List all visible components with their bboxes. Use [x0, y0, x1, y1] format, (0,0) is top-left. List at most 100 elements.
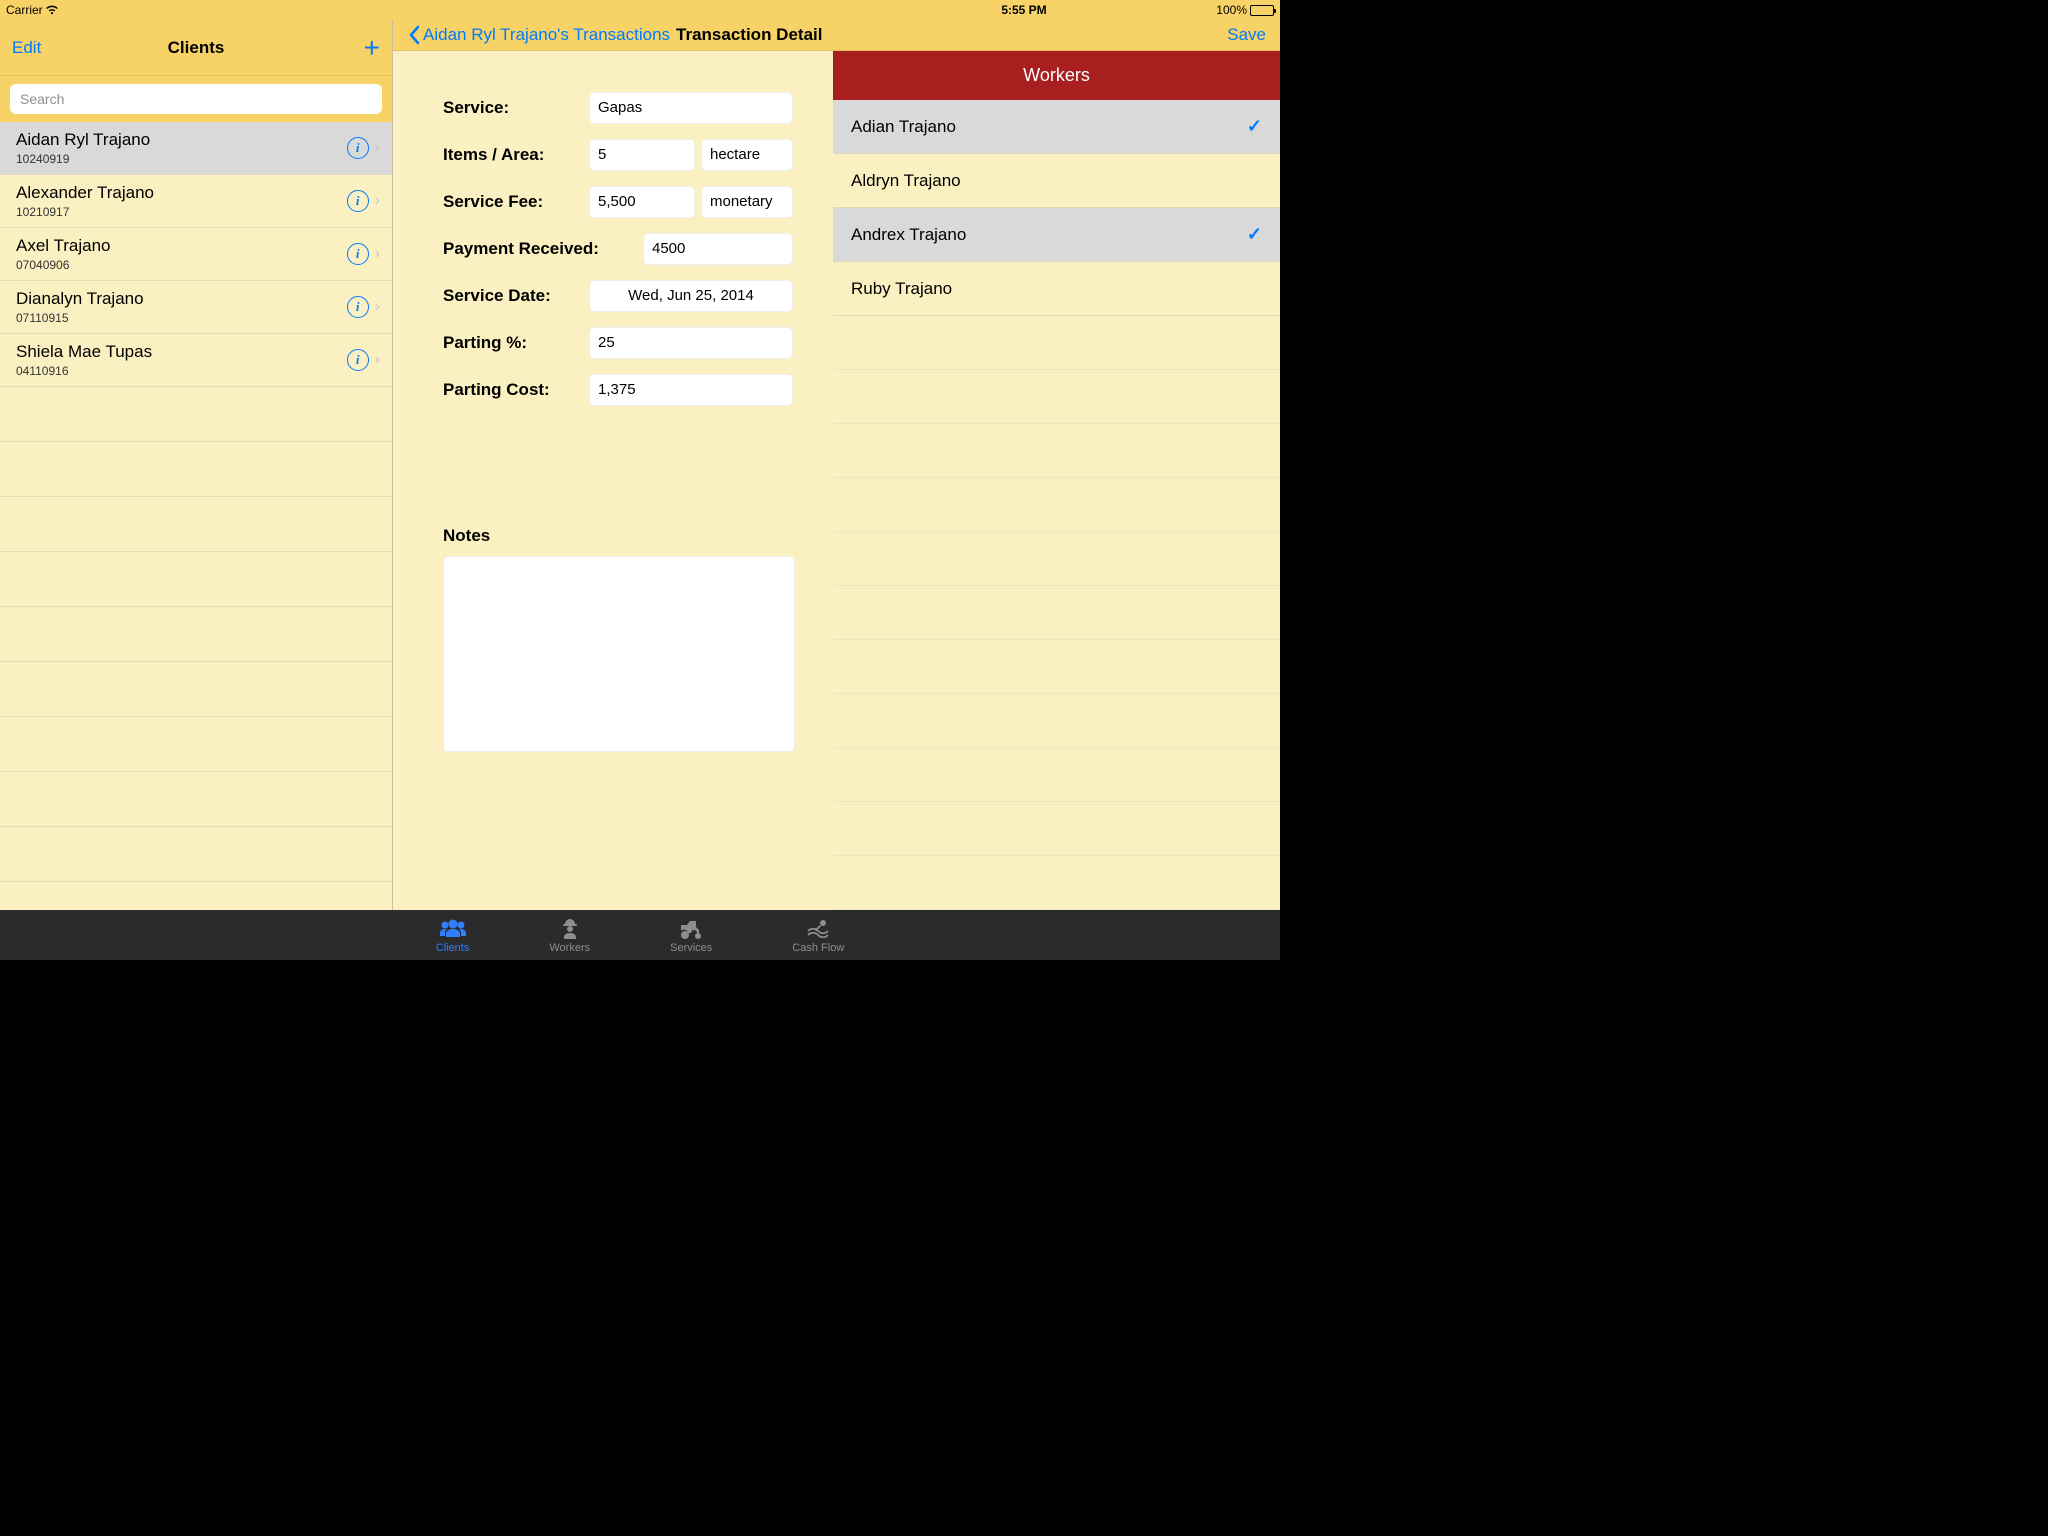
tab-label: Workers [549, 942, 590, 954]
client-name: Alexander Trajano [16, 183, 154, 203]
items-unit-input[interactable]: hectare [701, 139, 793, 171]
client-name: Aidan Ryl Trajano [16, 130, 150, 150]
payment-input[interactable]: 4500 [643, 233, 793, 265]
client-row[interactable]: Alexander Trajano 10210917 i › [0, 175, 392, 228]
parting-cost-input[interactable]: 1,375 [589, 374, 793, 406]
status-right: 100% [1216, 3, 1274, 17]
status-left: Carrier [6, 3, 59, 17]
client-actions: i › [347, 243, 380, 265]
status-bar: Carrier 5:55 PM 100% [0, 0, 1280, 20]
worker-row[interactable]: Andrex Trajano ✓ [833, 208, 1280, 262]
transaction-form: Service: Gapas Items / Area: 5 hectare S… [393, 51, 833, 910]
battery-percent: 100% [1216, 3, 1247, 17]
worker-row[interactable]: Adian Trajano✓ [833, 100, 1280, 154]
chevron-right-icon: › [375, 298, 380, 316]
detail-nav: Aidan Ryl Trajano's Transactions Transac… [393, 20, 1280, 51]
tab-label: Services [670, 942, 712, 954]
search-input[interactable] [10, 84, 382, 114]
client-list: Aidan Ryl Trajano 10240919 i › Alexander… [0, 122, 392, 910]
tab-label: Cash Flow [792, 942, 844, 954]
label-parting-cost: Parting Cost: [443, 380, 589, 400]
worker-name: Aldryn Trajano [851, 171, 961, 191]
carrier-label: Carrier [6, 3, 43, 17]
status-time: 5:55 PM [1001, 3, 1046, 17]
notes-input[interactable] [443, 556, 795, 752]
label-parting-pct: Parting %: [443, 333, 589, 353]
client-row[interactable]: Dianalyn Trajano 07110915 i › [0, 281, 392, 334]
label-notes: Notes [443, 526, 833, 546]
worker-name: Ruby Trajano [851, 279, 952, 299]
save-button[interactable]: Save [1227, 25, 1266, 45]
info-icon[interactable]: i [347, 349, 369, 371]
info-icon[interactable]: i [347, 190, 369, 212]
check-icon: ✓ [1247, 224, 1262, 245]
tab-cash-flow[interactable]: Cash Flow [792, 917, 844, 954]
edit-button[interactable]: Edit [12, 38, 41, 58]
service-input[interactable]: Gapas [589, 92, 793, 124]
client-actions: i › [347, 296, 380, 318]
add-client-button[interactable]: + [364, 32, 380, 64]
client-id: 10240919 [16, 152, 150, 166]
wifi-icon [45, 5, 59, 15]
info-icon[interactable]: i [347, 137, 369, 159]
client-row[interactable]: Aidan Ryl Trajano 10240919 i › [0, 122, 392, 175]
chevron-right-icon: › [375, 351, 380, 369]
chevron-right-icon: › [375, 192, 380, 210]
label-payment: Payment Received: [443, 239, 643, 259]
client-actions: i › [347, 137, 380, 159]
client-text: Shiela Mae Tupas 04110916 [16, 342, 152, 378]
label-service: Service: [443, 98, 589, 118]
tab-workers[interactable]: Workers [549, 917, 590, 954]
services-icon [677, 917, 705, 941]
workers-empty-rows [833, 316, 1280, 910]
chevron-left-icon [407, 25, 421, 45]
client-row[interactable]: Shiela Mae Tupas 04110916 i › [0, 334, 392, 387]
tab-label: Clients [436, 942, 470, 954]
client-text: Alexander Trajano 10210917 [16, 183, 154, 219]
battery-icon [1250, 5, 1274, 16]
detail-panel: Aidan Ryl Trajano's Transactions Transac… [393, 20, 1280, 910]
fee-unit-input[interactable]: monetary [701, 186, 793, 218]
sidebar-nav: Edit Clients + [0, 20, 392, 76]
client-text: Axel Trajano 07040906 [16, 236, 111, 272]
worker-row[interactable]: Aldryn Trajano [833, 154, 1280, 208]
date-input[interactable]: Wed, Jun 25, 2014 [589, 280, 793, 312]
workers-list: Adian Trajano✓Aldryn TrajanoAndrex Traja… [833, 100, 1280, 316]
items-input[interactable]: 5 [589, 139, 695, 171]
info-icon[interactable]: i [347, 296, 369, 318]
client-text: Aidan Ryl Trajano 10240919 [16, 130, 150, 166]
workers-header: Workers [833, 51, 1280, 100]
client-name: Dianalyn Trajano [16, 289, 144, 309]
client-id: 07110915 [16, 311, 144, 325]
tab-bar: Clients Workers Services Cash Flow [0, 910, 1280, 960]
worker-name: Adian Trajano [851, 117, 956, 137]
chevron-right-icon: › [375, 245, 380, 263]
tab-clients[interactable]: Clients [436, 917, 470, 954]
client-id: 07040906 [16, 258, 111, 272]
client-name: Shiela Mae Tupas [16, 342, 152, 362]
sidebar: Edit Clients + Aidan Ryl Trajano 1024091… [0, 20, 393, 910]
client-actions: i › [347, 349, 380, 371]
label-items: Items / Area: [443, 145, 589, 165]
client-id: 04110916 [16, 364, 152, 378]
cash-flow-icon [804, 917, 832, 941]
client-row[interactable]: Axel Trajano 07040906 i › [0, 228, 392, 281]
client-actions: i › [347, 190, 380, 212]
detail-title: Transaction Detail [676, 25, 822, 45]
sidebar-title: Clients [168, 38, 225, 58]
worker-row[interactable]: Ruby Trajano [833, 262, 1280, 316]
chevron-right-icon: › [375, 139, 380, 157]
info-icon[interactable]: i [347, 243, 369, 265]
fee-input[interactable]: 5,500 [589, 186, 695, 218]
worker-name: Andrex Trajano [851, 225, 966, 245]
client-name: Axel Trajano [16, 236, 111, 256]
parting-pct-input[interactable]: 25 [589, 327, 793, 359]
workers-panel: Workers Adian Trajano✓Aldryn TrajanoAndr… [833, 51, 1280, 910]
client-id: 10210917 [16, 205, 154, 219]
client-text: Dianalyn Trajano 07110915 [16, 289, 144, 325]
tab-services[interactable]: Services [670, 917, 712, 954]
search-wrap [0, 76, 392, 122]
back-button[interactable]: Aidan Ryl Trajano's Transactions [407, 25, 670, 45]
back-label: Aidan Ryl Trajano's Transactions [423, 25, 670, 45]
label-fee: Service Fee: [443, 192, 589, 212]
